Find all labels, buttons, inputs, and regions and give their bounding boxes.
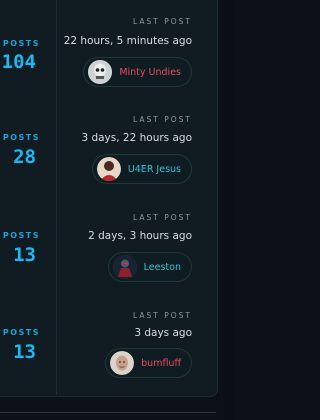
posts-label: POSTS	[2, 133, 40, 142]
last-post-time[interactable]: 2 days, 3 hours ago	[88, 230, 192, 242]
red-figure-avatar	[96, 157, 121, 181]
last-post-user-chip[interactable]: bumfluff	[105, 348, 192, 378]
armored-figure-avatar	[112, 255, 137, 279]
last-post-label: LAST POST	[133, 115, 192, 124]
panel-edge	[224, 0, 234, 420]
forum-row: POSTS 13 LAST POST 2 days, 3 hours ago L…	[0, 196, 216, 294]
last-post-user-chip[interactable]: Minty Undies	[83, 57, 192, 87]
username: Leeston	[143, 261, 181, 273]
posts-count: 28	[13, 146, 36, 168]
username: bumfluff	[141, 357, 181, 369]
forum-row: POSTS 13 LAST POST 3 days ago bumfluff	[0, 294, 216, 392]
username: Minty Undies	[119, 66, 181, 78]
last-post-user-chip[interactable]: U4ER Jesus	[91, 154, 192, 184]
posts-label: POSTS	[2, 231, 40, 240]
posts-count: 13	[13, 341, 36, 363]
bottom-divider	[0, 412, 216, 413]
last-post-label: LAST POST	[133, 17, 192, 26]
last-post-time[interactable]: 3 days ago	[134, 327, 192, 339]
skull-avatar	[88, 60, 113, 84]
last-post-time[interactable]: 22 hours, 5 minutes ago	[64, 35, 192, 47]
last-post-label: LAST POST	[133, 311, 192, 320]
forum-row: POSTS 104 LAST POST 22 hours, 5 minutes …	[0, 0, 216, 98]
face-avatar	[110, 351, 135, 375]
last-post-user-chip[interactable]: Leeston	[107, 252, 192, 282]
forum-row: POSTS 28 LAST POST 3 days, 22 hours ago …	[0, 98, 216, 196]
last-post-label: LAST POST	[133, 213, 192, 222]
posts-count: 13	[13, 244, 36, 266]
last-post-time[interactable]: 3 days, 22 hours ago	[81, 132, 192, 144]
posts-label: POSTS	[2, 328, 40, 337]
posts-label: POSTS	[2, 39, 40, 48]
posts-count: 104	[1, 51, 36, 73]
username: U4ER Jesus	[127, 163, 181, 175]
